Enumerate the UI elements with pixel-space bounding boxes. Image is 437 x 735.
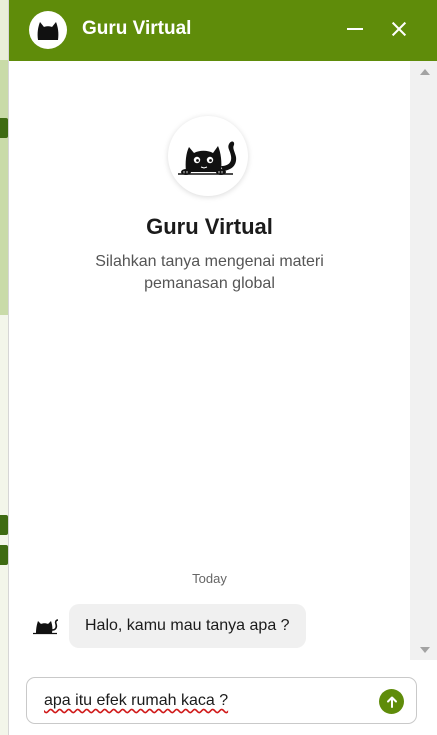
send-button[interactable] — [379, 689, 404, 714]
background-text-fragment — [0, 515, 8, 535]
scroll-down-arrow-icon[interactable] — [420, 647, 430, 653]
message-composer: apa itu efek rumah kaca ? — [26, 677, 417, 724]
chat-title: Guru Virtual — [82, 18, 192, 39]
close-icon[interactable] — [388, 18, 410, 40]
message-list: Guru Virtual Silahkan tanya mengenai mat… — [9, 61, 410, 660]
background-text-fragment — [0, 118, 8, 138]
background-page — [0, 0, 8, 735]
cat-icon — [29, 11, 67, 49]
scroll-up-arrow-icon[interactable] — [420, 69, 430, 75]
bot-message-bubble: Halo, kamu mau tanya apa ? — [69, 604, 306, 648]
intro-title: Guru Virtual — [146, 214, 273, 239]
background-panel — [0, 60, 8, 315]
intro-subtitle: Silahkan tanya mengenai materi pemanasan… — [95, 253, 324, 292]
chat-widget: Guru Virtual Guru Virtual Silahkan tanya… — [8, 0, 437, 735]
message-list-scrollbar[interactable] — [410, 61, 437, 660]
minimize-icon[interactable] — [344, 18, 366, 40]
cat-icon — [31, 611, 61, 641]
message-input[interactable]: apa itu efek rumah kaca ? — [44, 692, 364, 710]
arrow-up-icon — [386, 696, 397, 708]
day-separator: Today — [192, 571, 227, 586]
chat-header: Guru Virtual — [9, 0, 437, 61]
cat-peeking-icon — [168, 116, 248, 196]
message-row: Halo, kamu mau tanya apa ? — [31, 604, 306, 648]
background-text-fragment — [0, 545, 8, 565]
